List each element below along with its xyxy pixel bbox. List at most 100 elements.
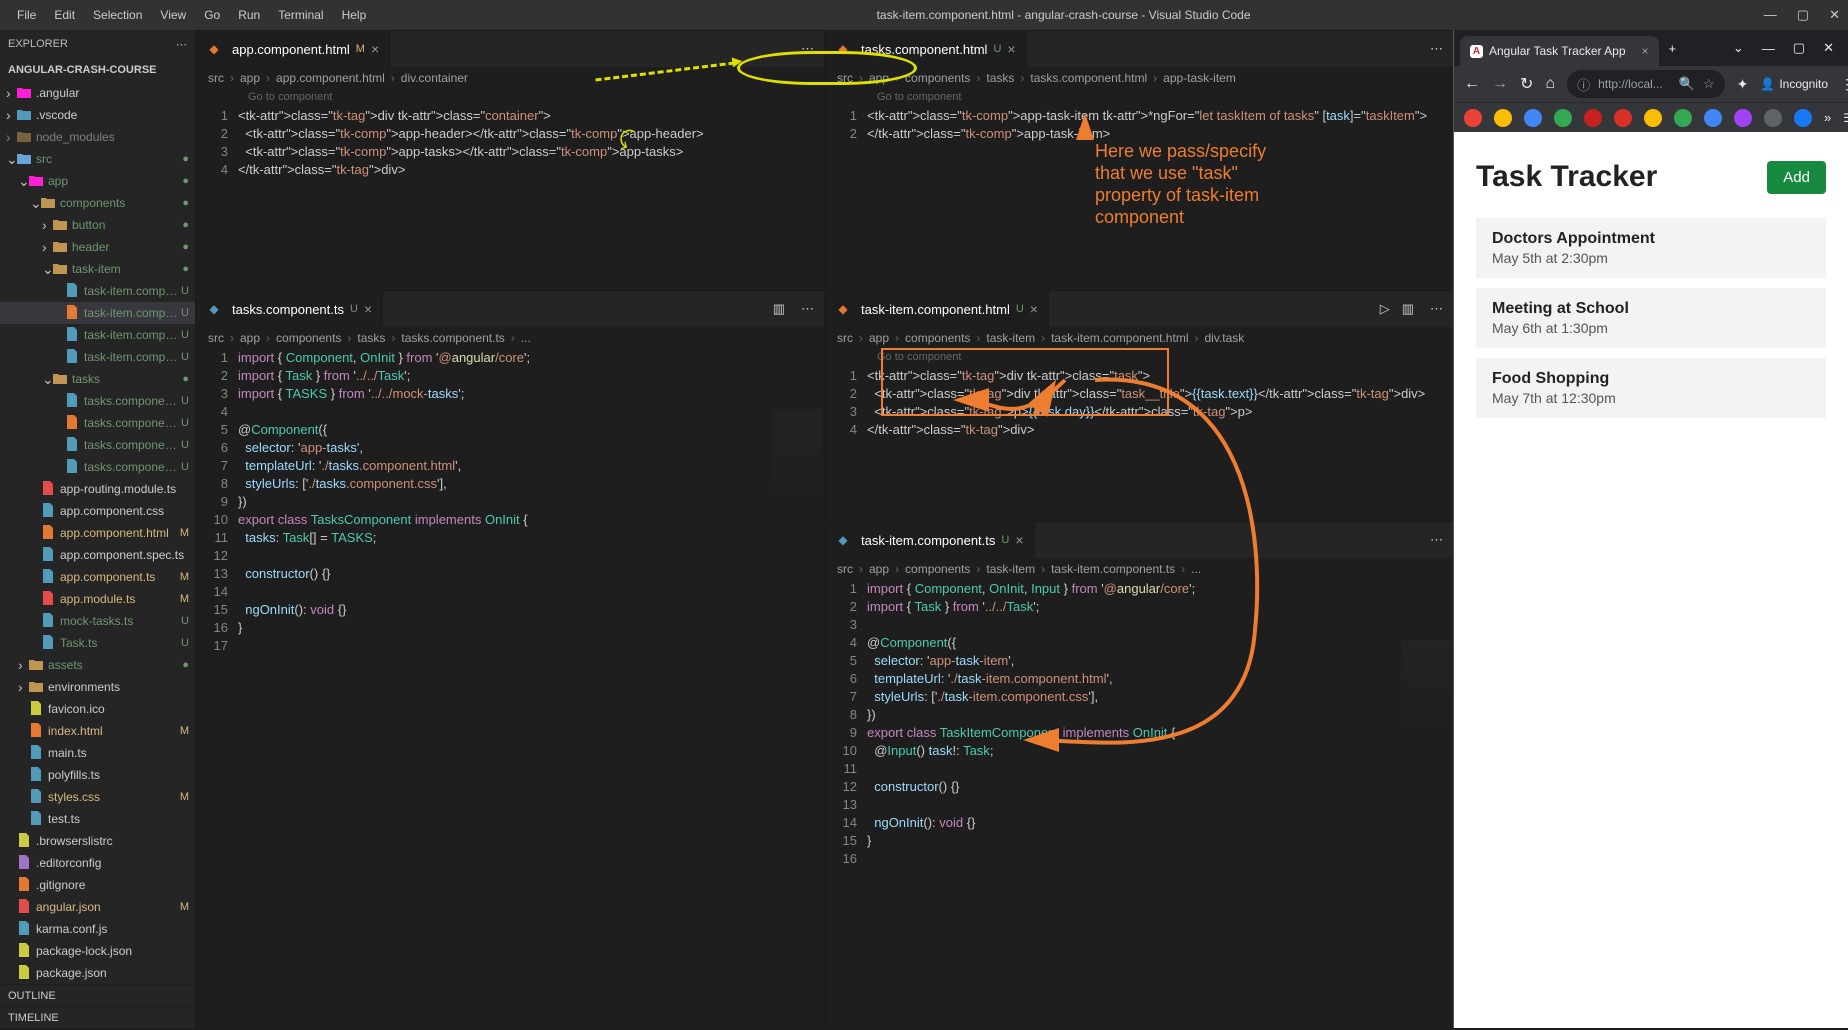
split-icon[interactable]: ▥ xyxy=(767,301,791,317)
crumb-app-task-item[interactable]: app-task-item xyxy=(1163,71,1236,85)
tree-file--gitignore[interactable]: .gitignore xyxy=(0,874,195,896)
tree-file-app-component-html[interactable]: app.component.htmlM xyxy=(0,522,195,544)
crumb-tasks[interactable]: tasks xyxy=(986,71,1014,85)
more-icon[interactable]: ⋯ xyxy=(1420,41,1453,57)
crumb-src[interactable]: src xyxy=(837,331,853,345)
crumb-app[interactable]: app xyxy=(869,331,889,345)
tree-folder-button[interactable]: ›button● xyxy=(0,214,195,236)
tree-file-karma-conf-js[interactable]: karma.conf.js xyxy=(0,918,195,940)
tree-folder-src[interactable]: ⌄src● xyxy=(0,148,195,170)
close-icon[interactable]: × xyxy=(1030,301,1038,317)
tree-folder-app[interactable]: ⌄app● xyxy=(0,170,195,192)
tree-file-polyfills-ts[interactable]: polyfills.ts xyxy=(0,764,195,786)
breadcrumb[interactable]: src›app›components›tasks›tasks.component… xyxy=(196,327,824,349)
crumb-task-item-component-html[interactable]: task-item.component.html xyxy=(1051,331,1188,345)
crumb-div-container[interactable]: div.container xyxy=(401,71,468,85)
tree-file-package-json[interactable]: package.json xyxy=(0,962,195,984)
chevron-down-icon[interactable]: ⌄ xyxy=(1733,40,1744,56)
crumb-src[interactable]: src xyxy=(208,71,224,85)
bookmark-8[interactable] xyxy=(1704,109,1722,127)
reading-list-button[interactable]: ☰ Reading list xyxy=(1843,104,1848,132)
menu-help[interactable]: Help xyxy=(333,0,376,30)
code-editor[interactable]: 12345678910111213141516import { Componen… xyxy=(825,580,1453,1028)
reload-icon[interactable]: ↻ xyxy=(1520,74,1533,94)
crumb-task-item[interactable]: task-item xyxy=(986,331,1035,345)
more-icon[interactable]: ⋯ xyxy=(1420,532,1453,548)
back-icon[interactable]: ← xyxy=(1464,75,1480,93)
tab-app-component-html[interactable]: ◆ app.component.html M × xyxy=(196,31,390,67)
bookmark-10[interactable] xyxy=(1764,109,1782,127)
minimize-icon[interactable]: — xyxy=(1764,7,1777,23)
menu-run[interactable]: Run xyxy=(229,0,269,30)
close-icon[interactable]: ✕ xyxy=(1829,7,1840,23)
tree-file-task-item-component-ts[interactable]: task-item.component.tsU xyxy=(0,346,195,368)
bookmark-6[interactable] xyxy=(1644,109,1662,127)
tree-file-main-ts[interactable]: main.ts xyxy=(0,742,195,764)
bookmark-7[interactable] xyxy=(1674,109,1692,127)
workspace-name[interactable]: ANGULAR-CRASH-COURSE xyxy=(0,58,195,82)
bookmark-3[interactable] xyxy=(1554,109,1572,127)
tree-file-favicon-ico[interactable]: favicon.ico xyxy=(0,698,195,720)
tree-file-tasks-component-html[interactable]: tasks.component.htmlU xyxy=(0,412,195,434)
menu-view[interactable]: View xyxy=(151,0,195,30)
crumb-app[interactable]: app xyxy=(240,71,260,85)
forward-icon[interactable]: → xyxy=(1492,75,1508,93)
tab-task-item-html[interactable]: ◆ task-item.component.html U × xyxy=(825,291,1049,327)
task-card[interactable]: Food ShoppingMay 7th at 12:30pm xyxy=(1476,358,1826,418)
add-button[interactable]: Add xyxy=(1767,161,1826,194)
crumb-components[interactable]: components xyxy=(905,71,970,85)
minimap[interactable] xyxy=(772,409,822,509)
tab-task-item-ts[interactable]: ◆ task-item.component.ts U × xyxy=(825,522,1035,558)
tree-file-task-item-component-html[interactable]: task-item.component.htmlU xyxy=(0,302,195,324)
tree-file--editorconfig[interactable]: .editorconfig xyxy=(0,852,195,874)
bookmark-0[interactable] xyxy=(1464,109,1482,127)
tree-file-mock-tasks-ts[interactable]: mock-tasks.tsU xyxy=(0,610,195,632)
tree-folder--angular[interactable]: ›.angular xyxy=(0,82,195,104)
menu-dots-icon[interactable]: ⋮ xyxy=(1840,76,1848,93)
code-editor[interactable]: 1234<tk-attr">class="tk-tag">div tk-attr… xyxy=(196,107,824,290)
tree-file-Task-ts[interactable]: Task.tsU xyxy=(0,632,195,654)
crumb-tasks-component-html[interactable]: tasks.component.html xyxy=(1030,71,1147,85)
tree-file-app-component-css[interactable]: app.component.css xyxy=(0,500,195,522)
maximize-icon[interactable]: ▢ xyxy=(1793,40,1805,56)
tree-folder-tasks[interactable]: ⌄tasks● xyxy=(0,368,195,390)
more-icon[interactable]: ⋯ xyxy=(176,38,187,51)
tree-file-tasks-component-css[interactable]: tasks.component.cssU xyxy=(0,390,195,412)
split-icon[interactable]: ▥ xyxy=(1396,301,1420,317)
menu-edit[interactable]: Edit xyxy=(45,0,84,30)
tree-folder-header[interactable]: ›header● xyxy=(0,236,195,258)
crumb-app[interactable]: app xyxy=(869,562,889,576)
crumb-app-component-html[interactable]: app.component.html xyxy=(276,71,385,85)
tree-file-app-component-spec-ts[interactable]: app.component.spec.ts xyxy=(0,544,195,566)
tree-folder-task-item[interactable]: ⌄task-item● xyxy=(0,258,195,280)
tree-file-task-item-component-css[interactable]: task-item.component.cssU xyxy=(0,280,195,302)
tree-file-app-routing-module-ts[interactable]: app-routing.module.ts xyxy=(0,478,195,500)
crumb-div-task[interactable]: div.task xyxy=(1204,331,1244,345)
tree-file-test-ts[interactable]: test.ts xyxy=(0,808,195,830)
star-icon[interactable]: ☆ xyxy=(1703,76,1715,92)
close-icon[interactable]: × xyxy=(1007,41,1015,57)
minimize-icon[interactable]: — xyxy=(1762,41,1775,56)
crumb-tasks[interactable]: tasks xyxy=(357,331,385,345)
info-icon[interactable]: ⓘ xyxy=(1577,75,1590,94)
tree-file-tasks-component-ts[interactable]: tasks.component.tsU xyxy=(0,456,195,478)
bookmark-1[interactable] xyxy=(1494,109,1512,127)
search-icon[interactable]: 🔍 xyxy=(1679,76,1695,92)
crumb-src[interactable]: src xyxy=(208,331,224,345)
more-icon[interactable]: ⋯ xyxy=(1420,301,1453,317)
browser-tab[interactable]: A Angular Task Tracker App × xyxy=(1460,36,1659,66)
crumb-task-item-component-ts[interactable]: task-item.component.ts xyxy=(1051,562,1175,576)
close-tab-icon[interactable]: × xyxy=(1642,44,1649,58)
tree-file-package-lock-json[interactable]: package-lock.json xyxy=(0,940,195,962)
tree-file-index-html[interactable]: index.htmlM xyxy=(0,720,195,742)
tree-file-app-module-ts[interactable]: app.module.tsM xyxy=(0,588,195,610)
code-editor[interactable]: 1234567891011121314151617import { Compon… xyxy=(196,349,824,1028)
tree-folder-environments[interactable]: ›environments xyxy=(0,676,195,698)
menu-terminal[interactable]: Terminal xyxy=(269,0,332,30)
close-icon[interactable]: × xyxy=(364,301,372,317)
crumb--[interactable]: ... xyxy=(521,331,531,345)
breadcrumb[interactable]: src›app›components›tasks›tasks.component… xyxy=(825,67,1453,89)
tree-file-angular-json[interactable]: angular.jsonM xyxy=(0,896,195,918)
menu-selection[interactable]: Selection xyxy=(84,0,151,30)
crumb-app[interactable]: app xyxy=(240,331,260,345)
